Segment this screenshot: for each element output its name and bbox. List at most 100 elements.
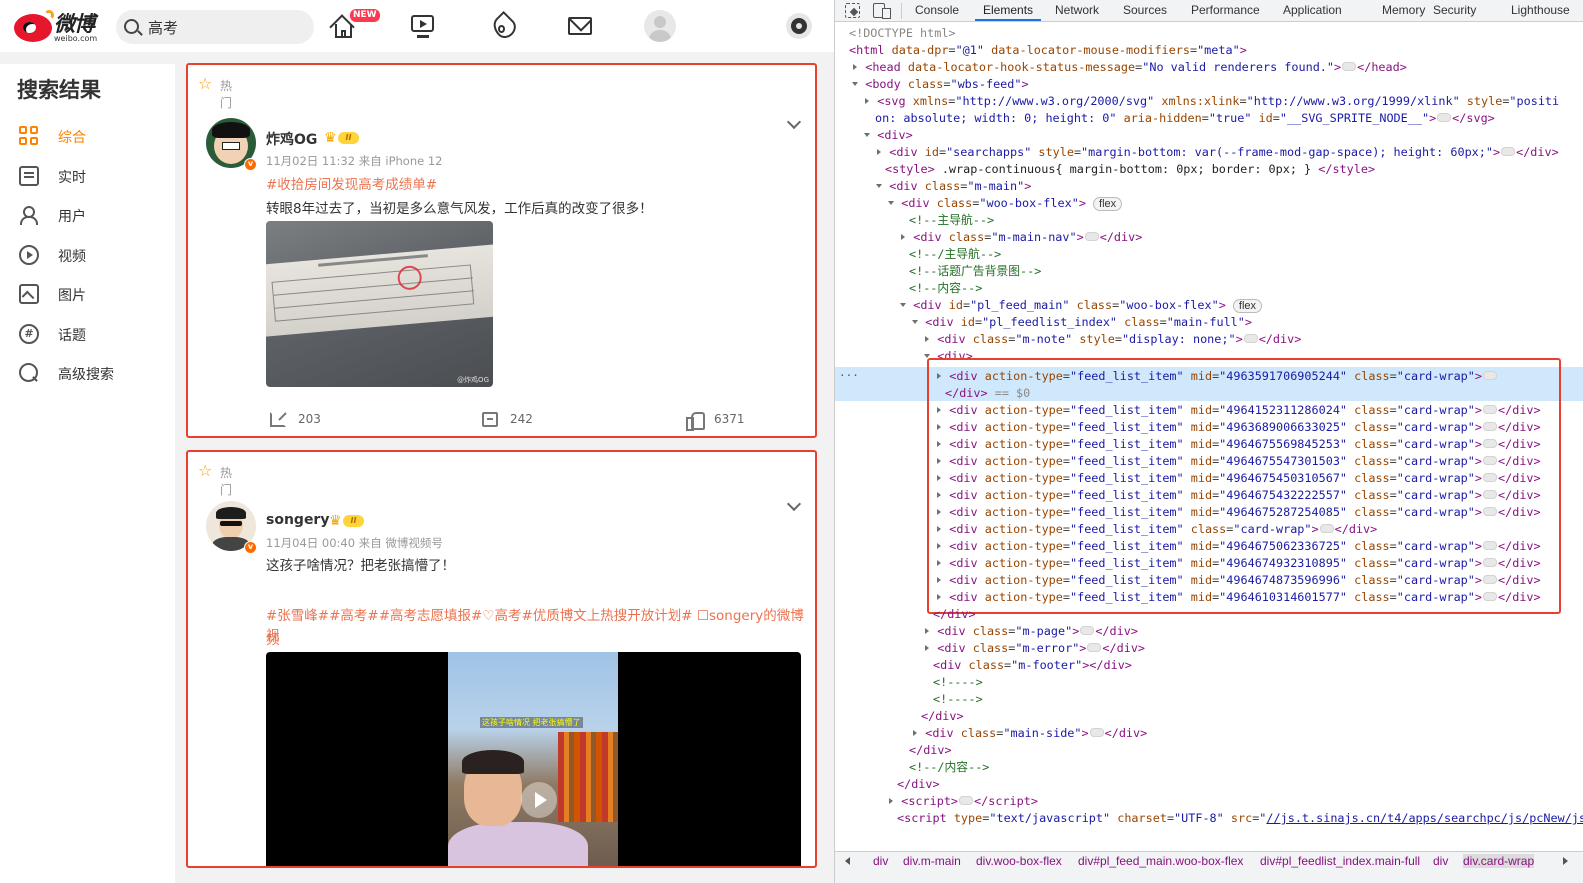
tab-performance[interactable]: Performance bbox=[1191, 3, 1260, 17]
dom-line[interactable]: </div> bbox=[921, 708, 1583, 725]
post-text: 这孩子啥情况？把老张搞懵了！ bbox=[266, 558, 455, 574]
topic-links-wrap[interactable]: 频 bbox=[266, 628, 280, 648]
tab-lighthouse[interactable]: Lighthouse bbox=[1511, 3, 1570, 17]
dom-line[interactable]: <!--/主导航--> bbox=[909, 246, 1583, 263]
tab-security[interactable]: Security bbox=[1433, 3, 1476, 17]
sidebar-item-comprehensive[interactable]: 综合 bbox=[0, 118, 175, 154]
video-icon[interactable] bbox=[410, 12, 438, 40]
dom-line[interactable]: <div id="pl_feedlist_index" class="main-… bbox=[911, 314, 1583, 331]
tab-sources[interactable]: Sources bbox=[1123, 3, 1167, 17]
dom-line[interactable]: <div class="m-footer"></div> bbox=[933, 657, 1583, 674]
dom-line[interactable]: <div id="pl_feed_main" class="woo-box-fl… bbox=[899, 297, 1583, 314]
tab-memory[interactable]: Memory bbox=[1382, 3, 1425, 17]
device-toolbar-icon[interactable] bbox=[873, 3, 891, 19]
sidebar-item-label: 话题 bbox=[58, 328, 86, 344]
breadcrumb-item[interactable]: div.m-main bbox=[903, 854, 961, 868]
grid-icon bbox=[19, 126, 39, 146]
dom-line[interactable]: </div> bbox=[933, 606, 1583, 623]
dom-line[interactable]: <script> </script> bbox=[887, 793, 1583, 810]
more-actions-icon[interactable]: ··· bbox=[839, 369, 859, 382]
dom-line[interactable]: <!--主导航--> bbox=[909, 212, 1583, 229]
crown-icon: ♛ II bbox=[324, 131, 360, 145]
tab-elements[interactable]: Elements bbox=[983, 3, 1033, 17]
dom-line[interactable]: <style> .wrap-continuous{ margin-bottom:… bbox=[885, 161, 1583, 178]
like-count: 6371 bbox=[714, 412, 745, 426]
top-nav: 微博 weibo.com NEW bbox=[0, 0, 834, 52]
dom-line[interactable]: <div class="m-page"> </div> bbox=[923, 623, 1583, 640]
dom-line[interactable]: <!--话题广告背景图--> bbox=[909, 263, 1583, 280]
breadcrumb: div div.m-main div.woo-box-flex div#pl_f… bbox=[835, 851, 1583, 883]
devtools-tabbar: Console Elements Network Sources Perform… bbox=[835, 0, 1583, 22]
script-src-link[interactable]: //js.t.sinajs.cn/t4/apps/searchpc/js/pcN… bbox=[1266, 810, 1583, 827]
dom-line[interactable]: <script type="text/javascript" charset="… bbox=[897, 810, 1583, 827]
sidebar-item-video[interactable]: 视频 bbox=[0, 237, 175, 273]
dom-line[interactable]: <!--/内容--> bbox=[909, 759, 1583, 776]
dom-line[interactable]: on: absolute; width: 0; height: 0" aria-… bbox=[875, 110, 1583, 127]
app: 微博 weibo.com NEW 搜索结果 综合 实时 用户 视频 bbox=[0, 0, 1583, 883]
breadcrumb-item-selected[interactable]: div.card-wrap bbox=[1463, 854, 1535, 868]
topic-links[interactable]: #张雪峰##高考##高考志愿填报#♡高考#优质博文上热搜开放计划# ☐songe… bbox=[266, 604, 815, 644]
dom-line[interactable]: <!--内容--> bbox=[909, 280, 1583, 297]
breadcrumb-item[interactable]: div#pl_feedlist_index.main-full bbox=[1260, 854, 1420, 868]
video-player[interactable]: 这孩子啥情况 把老张搞懵了 bbox=[266, 652, 801, 866]
chevron-down-icon[interactable] bbox=[786, 496, 802, 512]
chevron-left-icon[interactable] bbox=[845, 857, 850, 865]
sidebar-item-users[interactable]: 用户 bbox=[0, 197, 175, 233]
sidebar-item-realtime[interactable]: 实时 bbox=[0, 158, 175, 194]
breadcrumb-item[interactable]: div bbox=[873, 854, 888, 868]
hot-text: 热门 bbox=[220, 466, 233, 497]
feed-card[interactable]: ☆ 热门 v songery ♛ II 11月04日 00:40 来自 微博视频号… bbox=[186, 450, 817, 868]
dom-line[interactable]: <div id="searchapps" style="margin-botto… bbox=[875, 144, 1583, 161]
dom-line[interactable]: <div> bbox=[863, 127, 1583, 144]
sidebar-item-advanced-search[interactable]: 高级搜索 bbox=[0, 355, 175, 391]
breadcrumb-item[interactable]: div#pl_feed_main.woo-box-flex bbox=[1078, 854, 1243, 868]
post-username[interactable]: songery bbox=[266, 512, 329, 528]
tab-application[interactable]: Application bbox=[1283, 3, 1342, 17]
dom-line[interactable]: <svg xmlns="http://www.w3.org/2000/svg" … bbox=[863, 93, 1583, 110]
verified-badge: v bbox=[244, 158, 257, 171]
user-avatar[interactable] bbox=[644, 10, 676, 42]
dom-line[interactable]: <div class="m-main"> bbox=[875, 178, 1583, 195]
sidebar-item-label: 视频 bbox=[58, 249, 86, 265]
dom-line[interactable]: <div class="main-side"> </div> bbox=[911, 725, 1583, 742]
search-icon bbox=[124, 19, 139, 34]
person-hair bbox=[462, 750, 524, 774]
post-image[interactable]: @炸鸡OG bbox=[266, 221, 493, 387]
dom-line[interactable]: </div> bbox=[897, 776, 1583, 793]
settings-gear-icon[interactable] bbox=[786, 13, 812, 39]
play-icon[interactable] bbox=[521, 782, 557, 818]
message-icon[interactable] bbox=[566, 12, 594, 40]
sidebar-item-images[interactable]: 图片 bbox=[0, 276, 175, 312]
hot-fire-icon[interactable] bbox=[488, 10, 520, 43]
sidebar-item-topics[interactable]: # 话题 bbox=[0, 316, 175, 352]
search-input[interactable] bbox=[148, 17, 298, 37]
inspect-element-icon[interactable] bbox=[845, 3, 860, 18]
chevron-right-icon[interactable] bbox=[1563, 857, 1568, 865]
breadcrumb-item[interactable]: div.woo-box-flex bbox=[976, 854, 1062, 868]
dom-line[interactable]: <html data-dpr="@1" data-locator-mouse-m… bbox=[849, 42, 1583, 59]
dom-line[interactable]: <body class="wbs-feed"> bbox=[851, 76, 1583, 93]
dom-line[interactable]: <head data-locator-hook-status-message="… bbox=[851, 59, 1583, 76]
feed-card[interactable]: ☆ 热门 v 炸鸡OG ♛ II 11月02日 11:32 来自 iPhone 1… bbox=[186, 63, 817, 438]
sidebar-item-label: 用户 bbox=[58, 209, 86, 225]
dom-line[interactable]: <div class="m-note" style="display: none… bbox=[923, 331, 1583, 348]
breadcrumb-item[interactable]: div bbox=[1433, 854, 1448, 868]
tab-network[interactable]: Network bbox=[1055, 3, 1099, 17]
new-badge: NEW bbox=[350, 9, 380, 22]
dom-line[interactable]: </div> bbox=[909, 742, 1583, 759]
dom-line[interactable]: <div class="m-error"> </div> bbox=[923, 640, 1583, 657]
dom-line[interactable]: <div class="woo-box-flex"> flex bbox=[887, 195, 1583, 212]
logo-arc bbox=[44, 10, 54, 20]
hot-text: 热门 bbox=[220, 79, 233, 110]
dom-line[interactable]: <!----> bbox=[933, 691, 1583, 708]
search-box[interactable] bbox=[116, 10, 314, 44]
weibo-logo[interactable]: 微博 weibo.com bbox=[14, 8, 106, 46]
post-username[interactable]: 炸鸡OG bbox=[266, 129, 317, 149]
star-icon: ☆ bbox=[198, 461, 213, 480]
dom-line[interactable]: <div class="m-main-nav"> </div> bbox=[899, 229, 1583, 246]
chevron-down-icon[interactable] bbox=[786, 114, 802, 130]
dom-line[interactable]: <!----> bbox=[933, 674, 1583, 691]
tab-console[interactable]: Console bbox=[915, 3, 959, 17]
topic-link[interactable]: #收拾房间发现高考成绩单# bbox=[266, 173, 437, 193]
dom-line[interactable]: <!DOCTYPE html> bbox=[849, 25, 1583, 42]
